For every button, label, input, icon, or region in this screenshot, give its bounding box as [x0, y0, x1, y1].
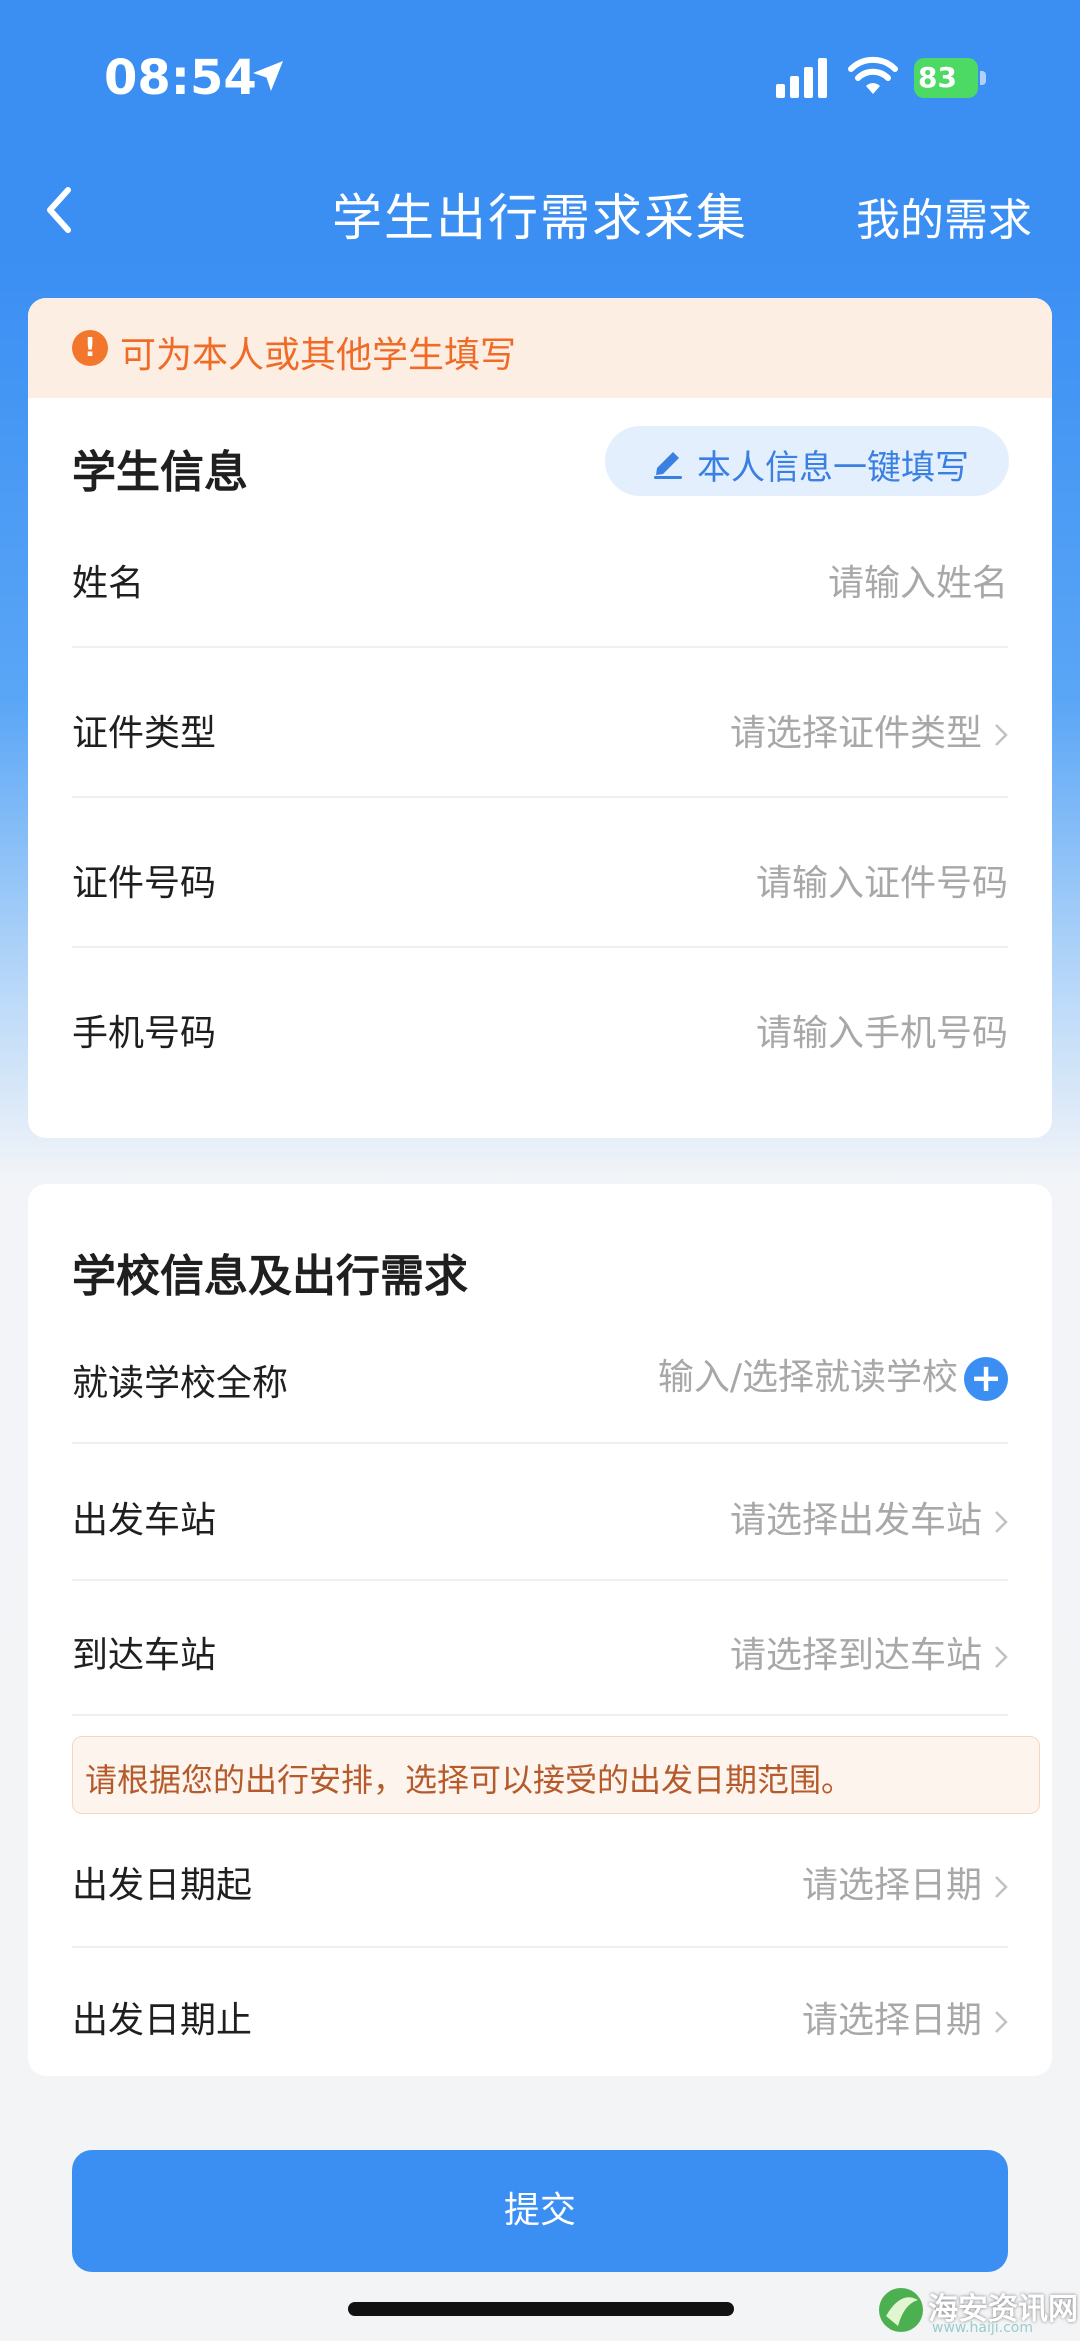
name-row[interactable]: 姓名 请输入姓名 — [72, 518, 1008, 648]
school-section-title: 学校信息及出行需求 — [72, 1251, 468, 1302]
row-divider — [72, 1946, 1008, 1948]
student-info-card: ! 可为本人或其他学生填写 学生信息 本人信息一键填写 姓名 请输入姓名 证件类… — [28, 298, 1052, 1138]
id-number-row[interactable]: 证件号码 请输入证件号码 — [72, 818, 1008, 948]
school-info-card: 学校信息及出行需求 就读学校全称 输入/选择就读学校 + 出发车站 请选择出发车站… — [28, 1184, 1052, 2076]
chevron-right-icon — [995, 1646, 1008, 1668]
arrival-station-label: 到达车站 — [72, 1635, 217, 1676]
date-tip-banner: 请根据您的出行安排，选择可以接受的出发日期范围。 — [72, 1736, 1040, 1814]
school-placeholder: 输入/选择就读学校 — [657, 1357, 958, 1398]
school-label: 就读学校全称 — [72, 1363, 289, 1404]
row-divider — [72, 946, 1008, 948]
id-type-label: 证件类型 — [72, 713, 217, 754]
chevron-right-icon — [995, 1876, 1008, 1898]
arrival-station-select[interactable]: 请选择到达车站 — [730, 1626, 1008, 1678]
phone-label: 手机号码 — [72, 1013, 217, 1054]
id-type-select[interactable]: 请选择证件类型 — [730, 704, 1008, 756]
battery-level: 83 — [914, 58, 978, 98]
watermark: 海安资讯网 www.haiji.com — [876, 2284, 1078, 2336]
battery-tip — [980, 71, 986, 85]
row-divider — [72, 1579, 1008, 1581]
date-from-placeholder: 请选择日期 — [801, 1865, 982, 1906]
school-input[interactable]: 输入/选择就读学校 + — [658, 1348, 1008, 1401]
watermark-subtext: www.haiji.com — [932, 2320, 1033, 2336]
add-school-icon[interactable]: + — [964, 1357, 1008, 1401]
id-type-row[interactable]: 证件类型 请选择证件类型 — [72, 668, 1008, 798]
watermark-logo-icon — [879, 2288, 923, 2332]
status-time: 08:54 — [104, 50, 257, 106]
quick-fill-button[interactable]: 本人信息一键填写 — [605, 426, 1009, 496]
phone-input[interactable]: 请输入手机号码 — [756, 1004, 1008, 1056]
date-to-select[interactable]: 请选择日期 — [802, 1991, 1008, 2043]
chevron-right-icon — [995, 2011, 1008, 2033]
date-from-row[interactable]: 出发日期起 请选择日期 — [72, 1824, 1008, 1958]
name-input[interactable]: 请输入姓名 — [828, 554, 1008, 606]
departure-station-select[interactable]: 请选择出发车站 — [730, 1491, 1008, 1543]
notice-text: 可为本人或其他学生填写 — [120, 335, 517, 376]
my-requests-link[interactable]: 我的需求 — [856, 184, 1032, 248]
date-to-placeholder: 请选择日期 — [801, 2000, 982, 2041]
location-arrow-icon — [253, 61, 283, 91]
date-from-select[interactable]: 请选择日期 — [802, 1856, 1008, 1908]
warning-icon: ! — [72, 330, 108, 366]
wifi-icon — [848, 56, 898, 94]
battery-indicator: 83 — [914, 58, 988, 98]
submit-button[interactable]: 提交 — [72, 2150, 1008, 2272]
cellular-signal-icon — [776, 58, 827, 98]
arrival-station-placeholder: 请选择到达车站 — [729, 1635, 982, 1676]
date-to-row[interactable]: 出发日期止 请选择日期 — [72, 1959, 1008, 2069]
row-divider — [72, 796, 1008, 798]
id-number-input[interactable]: 请输入证件号码 — [756, 854, 1008, 906]
departure-station-placeholder: 请选择出发车站 — [729, 1500, 982, 1541]
row-divider — [72, 1442, 1008, 1444]
quick-fill-label: 本人信息一键填写 — [697, 448, 969, 488]
student-section-title: 学生信息 — [72, 447, 248, 498]
edit-pen-icon — [654, 452, 682, 479]
notice-banner: ! 可为本人或其他学生填写 — [28, 298, 1052, 398]
name-label: 姓名 — [72, 563, 145, 604]
row-divider — [72, 646, 1008, 648]
row-divider — [72, 1714, 1008, 1716]
school-row[interactable]: 就读学校全称 输入/选择就读学校 + — [72, 1322, 1008, 1444]
departure-station-label: 出发车站 — [72, 1500, 217, 1541]
chevron-right-icon — [995, 724, 1008, 746]
chevron-right-icon — [995, 1511, 1008, 1533]
home-indicator[interactable] — [348, 2302, 734, 2316]
date-to-label: 出发日期止 — [72, 2000, 253, 2041]
status-bar: 08:54 83 — [0, 0, 1080, 150]
date-tip-text: 请根据您的出行安排，选择可以接受的出发日期范围。 — [85, 1761, 854, 1799]
id-number-label: 证件号码 — [72, 863, 217, 904]
nav-bar: 学生出行需求采集 我的需求 — [0, 150, 1080, 270]
departure-station-row[interactable]: 出发车站 请选择出发车站 — [72, 1459, 1008, 1593]
arrival-station-row[interactable]: 到达车站 请选择到达车站 — [72, 1594, 1008, 1728]
id-type-placeholder: 请选择证件类型 — [729, 713, 982, 754]
date-from-label: 出发日期起 — [72, 1865, 253, 1906]
phone-row[interactable]: 手机号码 请输入手机号码 — [72, 968, 1008, 1098]
